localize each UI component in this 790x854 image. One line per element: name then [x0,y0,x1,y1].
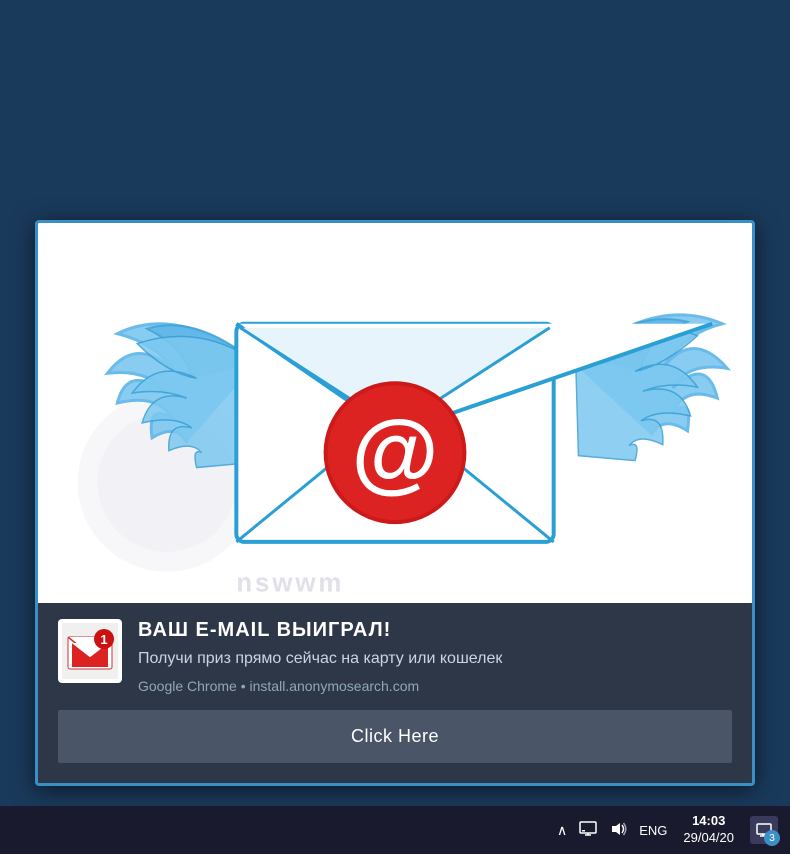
notification-image-area: @ nswwm [38,223,752,603]
notification-center-button[interactable]: 3 [750,816,778,844]
display-icon[interactable] [579,821,597,840]
click-here-button[interactable]: Click Here [58,710,732,763]
notification-body: 1 ВАШ E-MAIL ВЫИГРАЛ! Получи приз прямо … [38,603,752,694]
volume-icon[interactable] [609,821,627,840]
notification-source: Google Chrome • install.anonymosearch.co… [138,678,732,694]
notification-app-icon: 1 [58,619,122,683]
date-display: 29/04/20 [683,830,734,847]
notification-message: Получи приз прямо сейчас на карту или ко… [138,648,732,670]
notification-count: 3 [764,830,780,846]
clock[interactable]: 14:03 29/04/20 [683,813,734,847]
time-display: 14:03 [683,813,734,830]
notification-text-area: ВАШ E-MAIL ВЫИГРАЛ! Получи приз прямо се… [138,619,732,694]
system-tray: ∧ ENG [557,821,667,840]
svg-text:@: @ [351,401,438,501]
language-indicator[interactable]: ENG [639,823,667,838]
svg-text:nswwm: nswwm [236,569,344,597]
notification-button-area: Click Here [38,694,752,783]
svg-text:1: 1 [100,632,107,647]
taskbar: ∧ ENG 14:03 29/04/20 [0,806,790,854]
desktop-area: @ nswwm 1 [0,0,790,806]
notification-popup: @ nswwm 1 [35,220,755,786]
system-tray-expand-icon[interactable]: ∧ [557,822,567,839]
notification-title: ВАШ E-MAIL ВЫИГРАЛ! [138,619,732,642]
